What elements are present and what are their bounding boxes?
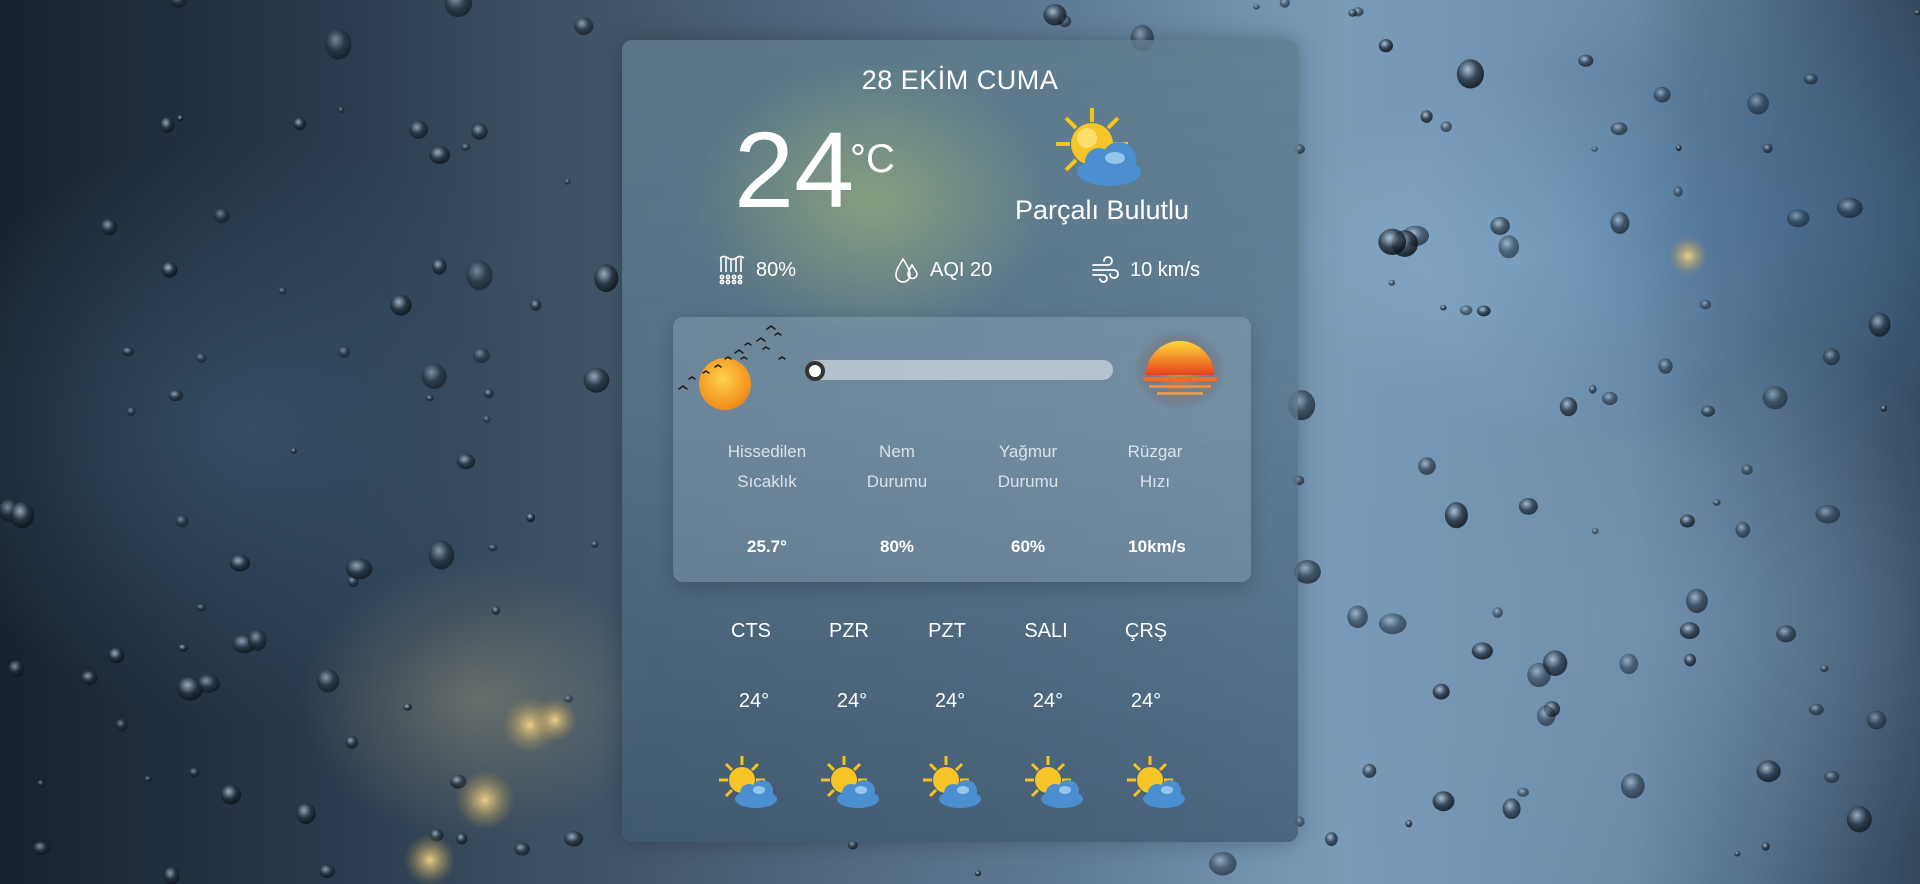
air-quality-value: AQI 20 — [930, 258, 993, 281]
sunset-icon — [1134, 330, 1226, 410]
weather-card: 28 EKİM CUMA 24 °C Parçalı Bulutlu 80% A… — [622, 40, 1298, 842]
current-temperature: 24 — [734, 109, 855, 230]
rain-label: Yağmur Durumu — [997, 442, 1059, 491]
forecast-day: ÇRŞ — [1124, 620, 1168, 642]
forecast-day: PZT — [928, 620, 966, 642]
forecast-day: SALI — [1024, 620, 1068, 642]
humidity-detail-value: 80% — [879, 537, 915, 556]
forecast-day: CTS — [731, 620, 771, 642]
sun-progress-track — [807, 360, 1113, 380]
rain-value: 60% — [1010, 537, 1046, 556]
air-quality-stat: AQI 20 — [894, 255, 992, 285]
humidity-stat: 80% — [718, 255, 796, 285]
wind-speed-label: Rüzgar Hızı — [1127, 442, 1183, 491]
partly-cloudy-icon — [714, 754, 778, 814]
partly-cloudy-icon — [918, 754, 982, 814]
partly-cloudy-icon — [1056, 108, 1141, 186]
wind-icon — [1092, 256, 1119, 283]
humidity-value: 80% — [756, 258, 797, 281]
partly-cloudy-icon — [1122, 754, 1186, 814]
feels-like-value: 25.7° — [747, 537, 787, 556]
date-heading: 28 EKİM CUMA — [861, 65, 1059, 95]
forecast-temp: 24° — [738, 690, 770, 712]
wind-speed-value: 10km/s — [1128, 537, 1186, 556]
wind-value: 10 km/s — [1130, 258, 1201, 281]
forecast-day: PZR — [829, 620, 869, 642]
humidity-label: Nem Durumu — [866, 442, 928, 491]
partly-cloudy-icon — [816, 754, 880, 814]
forecast-temp: 24° — [836, 690, 868, 712]
humidity-icon — [719, 255, 745, 285]
forecast-temp: 24° — [1130, 690, 1162, 712]
wind-stat: 10 km/s — [1090, 255, 1200, 285]
forecast-temp: 24° — [1032, 690, 1064, 712]
condition-label: Parçalı Bulutlu — [1014, 195, 1190, 225]
forecast-temp: 24° — [934, 690, 966, 712]
sunrise-icon — [678, 325, 786, 410]
air-quality-icon — [895, 257, 918, 283]
temperature-unit: °C — [850, 137, 895, 181]
details-panel: Hissedilen Sıcaklık Nem Durumu Yağmur Du… — [673, 317, 1251, 582]
feels-like-label: Hissedilen Sıcaklık — [727, 442, 807, 491]
sun-progress-knob[interactable] — [805, 361, 825, 381]
partly-cloudy-icon — [1020, 754, 1084, 814]
